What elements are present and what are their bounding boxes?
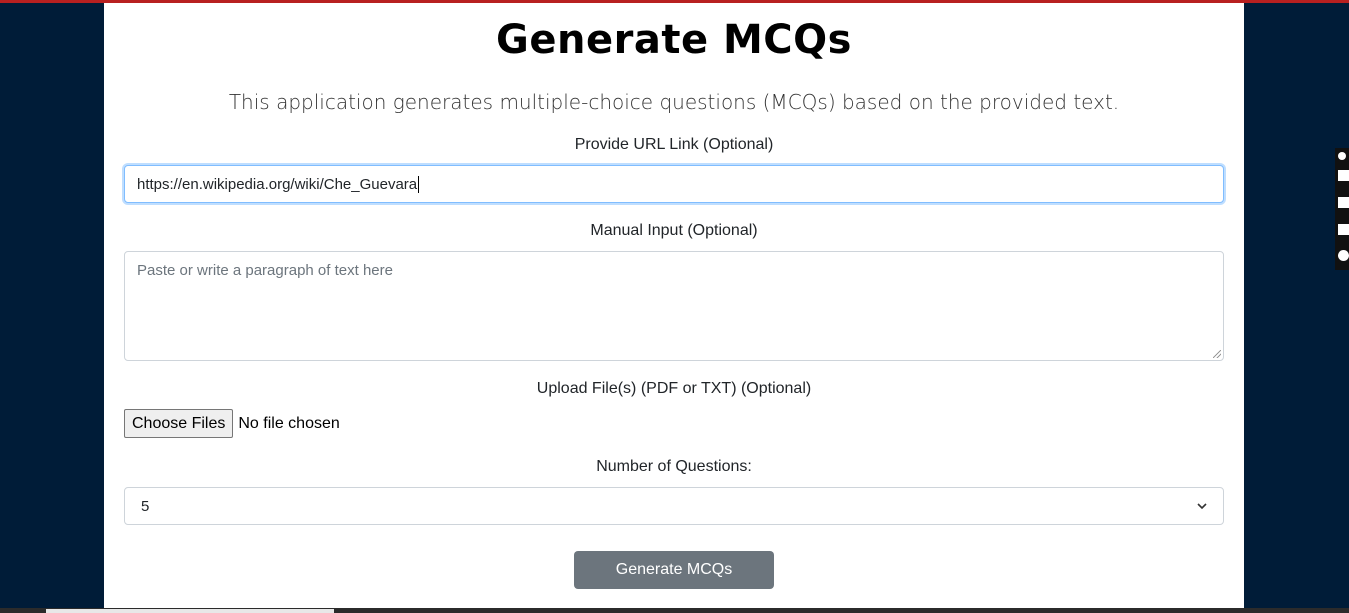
camera-icon[interactable] (1338, 170, 1349, 181)
square-icon[interactable] (1338, 197, 1349, 208)
chevron-down-icon (1197, 503, 1207, 510)
copy-icon[interactable] (1338, 224, 1349, 235)
questions-label: Number of Questions: (596, 458, 752, 475)
choose-files-button[interactable]: Choose Files (124, 409, 234, 438)
questions-select[interactable]: 5 (124, 487, 1224, 525)
page-title: Generate MCQs (496, 17, 852, 63)
file-upload-control[interactable]: Choose Files No file chosen (124, 409, 340, 438)
bottom-scroll-segment (46, 609, 334, 613)
gear-icon[interactable] (1338, 250, 1349, 261)
pin-icon[interactable] (1338, 152, 1346, 160)
manual-input-label: Manual Input (Optional) (590, 222, 758, 239)
url-label: Provide URL Link (Optional) (574, 136, 774, 153)
bottom-bar (0, 608, 1349, 613)
manual-input-placeholder: Paste or write a paragraph of text here (137, 262, 393, 279)
url-input[interactable]: https://en.wikipedia.org/wiki/Che_Guevar… (124, 165, 1224, 203)
resize-grip-icon[interactable] (1213, 350, 1221, 358)
upload-label: Upload File(s) (PDF or TXT) (Optional) (536, 380, 812, 397)
questions-selected-value: 5 (141, 497, 150, 515)
mcq-form-card: Generate MCQs This application generates… (104, 3, 1244, 613)
url-input-value: https://en.wikipedia.org/wiki/Che_Guevar… (137, 175, 418, 193)
text-caret (418, 175, 420, 193)
manual-input-textarea[interactable]: Paste or write a paragraph of text here (124, 251, 1224, 361)
file-status: No file chosen (238, 414, 340, 432)
page-description: This application generates multiple-choi… (228, 90, 1120, 114)
generate-mcqs-button[interactable]: Generate MCQs (574, 551, 774, 589)
side-toolbar (1335, 148, 1349, 270)
